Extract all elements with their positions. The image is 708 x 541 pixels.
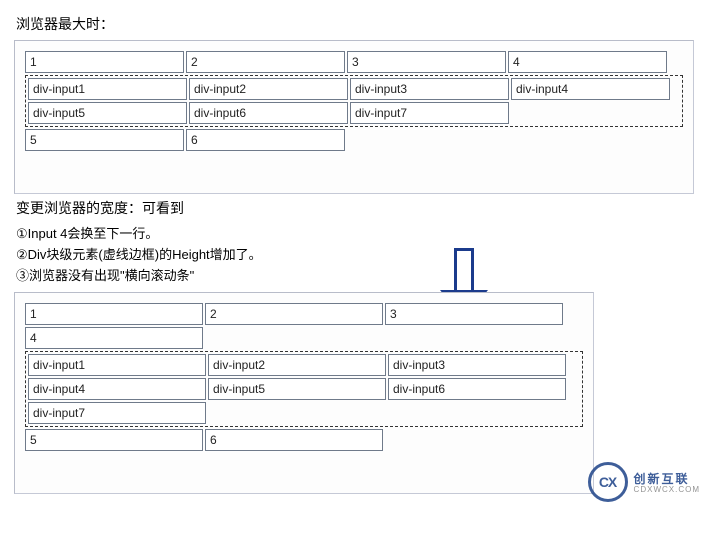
div-input-cell[interactable]: div-input7 [350,102,509,124]
input-cell[interactable]: 5 [25,129,184,151]
input-cell[interactable]: 4 [508,51,667,73]
div-input-cell[interactable]: div-input5 [208,378,386,400]
div-input-cell[interactable]: div-input3 [388,354,566,376]
input-cell[interactable]: 6 [205,429,383,451]
div-group-narrow: div-input1 div-input2 div-input3 div-inp… [25,351,583,427]
input-cell[interactable]: 3 [347,51,506,73]
panel-wide: 1 2 3 4 div-input1 div-input2 div-input3… [14,40,694,194]
input-cell[interactable]: 1 [25,51,184,73]
div-input-cell[interactable]: div-input1 [28,354,206,376]
input-cell[interactable]: 4 [25,327,203,349]
input-cell[interactable]: 2 [205,303,383,325]
caption-maximized: 浏览器最大时： [16,14,698,34]
input-cell[interactable]: 6 [186,129,345,151]
bullet-item: ②Div块级元素(虚线边框)的Height增加了。 [16,245,698,266]
bullet-item: ①Input 4会换至下一行。 [16,224,698,245]
div-group-wide: div-input1 div-input2 div-input3 div-inp… [25,75,683,127]
panel-narrow: 1 2 3 4 div-input1 div-input2 div-input3… [14,292,594,494]
watermark-logo-icon: CX [588,462,628,502]
div-input-cell[interactable]: div-input2 [208,354,386,376]
div-input-cell[interactable]: div-input5 [28,102,187,124]
watermark: CX 创新互联 CDXWCX.COM [588,462,700,502]
div-input-cell[interactable]: div-input6 [388,378,566,400]
input-cell[interactable]: 1 [25,303,203,325]
caption-resize: 变更浏览器的宽度：可看到 [16,198,698,218]
watermark-sub: CDXWCX.COM [634,485,700,494]
div-input-cell[interactable]: div-input6 [189,102,348,124]
row-bottom-narrow: 5 6 [25,429,583,451]
row-top-narrow: 1 2 3 4 [25,303,583,349]
input-cell[interactable]: 5 [25,429,203,451]
bullet-item: ③浏览器没有出现"横向滚动条" [16,266,698,287]
div-input-cell[interactable]: div-input1 [28,78,187,100]
input-cell[interactable]: 2 [186,51,345,73]
watermark-brand: 创新互联 [634,472,690,486]
div-input-cell[interactable]: div-input4 [28,378,206,400]
row-top-wide: 1 2 3 4 [25,51,683,73]
div-input-cell[interactable]: div-input7 [28,402,206,424]
div-input-cell[interactable]: div-input2 [189,78,348,100]
div-input-cell[interactable]: div-input3 [350,78,509,100]
bullets-resize: ①Input 4会换至下一行。 ②Div块级元素(虚线边框)的Height增加了… [16,224,698,286]
div-input-cell[interactable]: div-input4 [511,78,670,100]
row-bottom-wide: 5 6 [25,129,683,151]
input-cell[interactable]: 3 [385,303,563,325]
